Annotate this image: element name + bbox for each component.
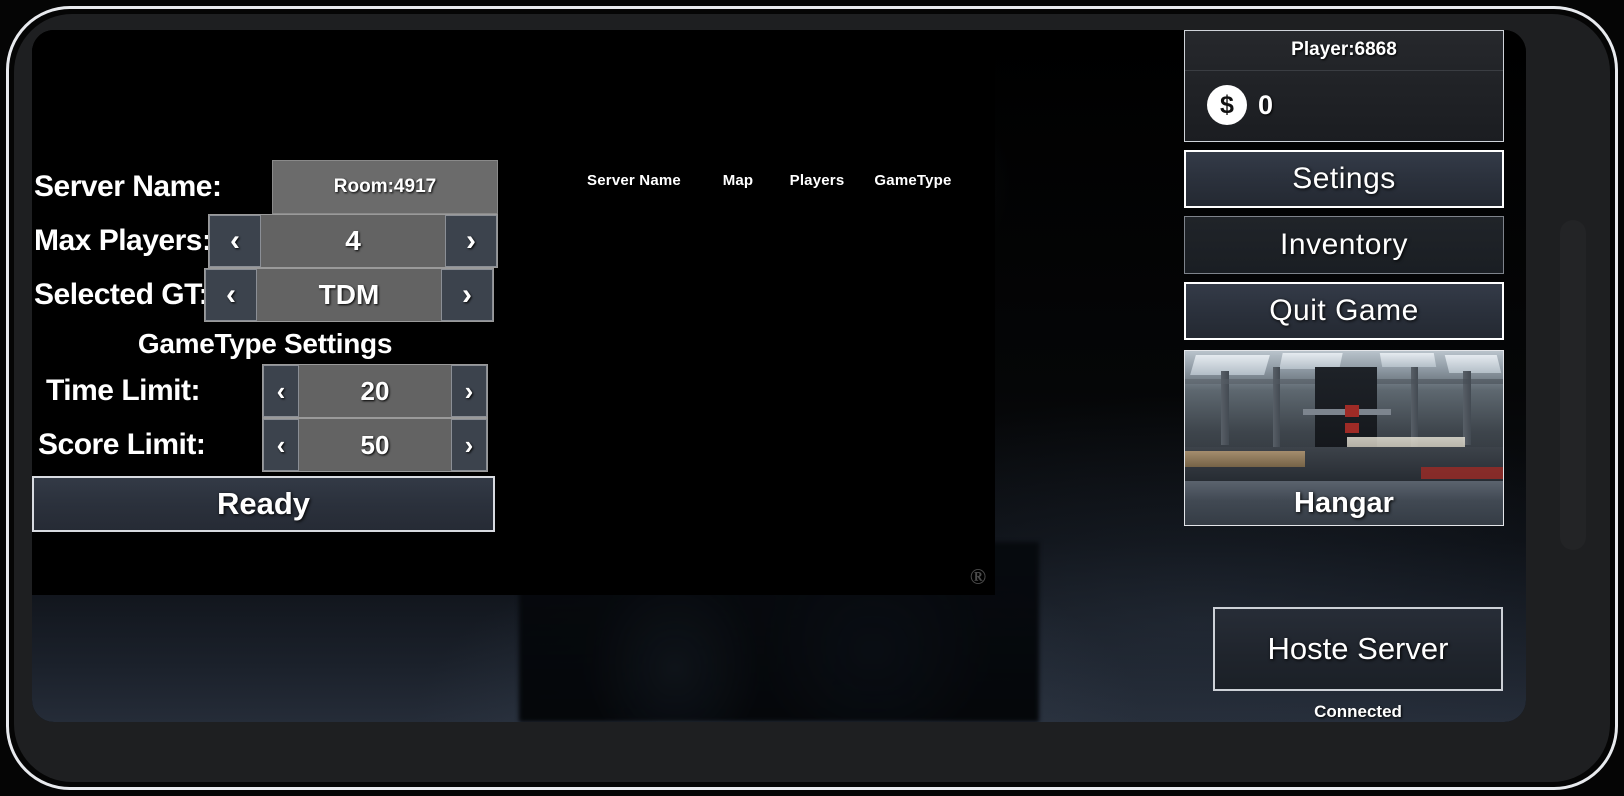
- sidebar-item-quit-game[interactable]: Quit Game: [1184, 282, 1504, 340]
- max-players-next-button[interactable]: ›: [445, 215, 497, 267]
- selected-gametype-stepper: ‹ TDM ›: [204, 268, 494, 322]
- score-limit-next-button[interactable]: ›: [451, 419, 487, 471]
- connection-status: Connected: [1314, 702, 1402, 721]
- column-header-server-name: Server Name: [587, 172, 681, 189]
- score-limit-stepper: ‹ 50 ›: [262, 418, 488, 472]
- time-limit-row: Time Limit: ‹ 20 ›: [32, 364, 498, 418]
- server-name-label: Server Name:: [34, 170, 222, 203]
- selected-gametype-next-button[interactable]: ›: [441, 269, 493, 321]
- map-name-label: Hangar: [1185, 481, 1503, 525]
- max-players-stepper: ‹ 4 ›: [208, 214, 498, 268]
- ready-button[interactable]: Ready: [32, 476, 495, 532]
- gametype-settings-title: GameType Settings: [32, 322, 498, 364]
- score-limit-value: 50: [299, 419, 451, 471]
- time-limit-next-button[interactable]: ›: [451, 365, 487, 417]
- coin-dollar-icon: $: [1207, 85, 1247, 125]
- sidebar-item-settings[interactable]: Setings: [1184, 150, 1504, 208]
- score-limit-label: Score Limit:: [38, 428, 206, 461]
- selected-gametype-value: TDM: [257, 269, 441, 321]
- server-list-header: Server Name Map Players GameType: [566, 172, 966, 189]
- map-preview-card[interactable]: Hangar: [1184, 350, 1504, 526]
- phone-side-button[interactable]: [1560, 220, 1586, 550]
- score-limit-prev-button[interactable]: ‹: [263, 419, 299, 471]
- player-name-label: Player:6868: [1185, 31, 1503, 71]
- max-players-value: 4: [261, 215, 445, 267]
- max-players-row: Max Players: ‹ 4 ›: [32, 214, 498, 268]
- server-name-field[interactable]: Room:4917: [272, 160, 498, 214]
- time-limit-stepper: ‹ 20 ›: [262, 364, 488, 418]
- game-screen: ® Server Name Map Players GameType Serve…: [32, 30, 1526, 722]
- selected-gametype-prev-button[interactable]: ‹: [205, 269, 257, 321]
- column-header-players: Players: [789, 172, 845, 189]
- server-name-row: Server Name: Room:4917: [32, 160, 498, 214]
- registered-trademark-icon: ®: [969, 564, 987, 589]
- sidebar: Player:6868 $ 0 Setings Inventory Quit G…: [1184, 30, 1504, 526]
- score-limit-row: Score Limit: ‹ 50 ›: [32, 418, 498, 472]
- map-thumbnail-image: [1185, 351, 1503, 481]
- settings-panel: Server Name: Room:4917 Max Players: ‹ 4 …: [32, 160, 498, 532]
- time-limit-value: 20: [299, 365, 451, 417]
- column-header-gametype: GameType: [874, 172, 952, 189]
- currency-amount: 0: [1258, 89, 1274, 120]
- time-limit-label: Time Limit:: [46, 374, 200, 407]
- currency-row: $ 0: [1185, 71, 1503, 141]
- device-frame: ® Server Name Map Players GameType Serve…: [0, 0, 1624, 796]
- time-limit-prev-button[interactable]: ‹: [263, 365, 299, 417]
- max-players-label: Max Players:: [34, 224, 212, 257]
- host-server-button[interactable]: Hoste Server: [1213, 607, 1503, 691]
- sidebar-item-inventory[interactable]: Inventory: [1184, 216, 1504, 274]
- selected-gametype-label: Selected GT:: [34, 278, 209, 311]
- player-card: Player:6868 $ 0: [1184, 30, 1504, 142]
- selected-gametype-row: Selected GT: ‹ TDM ›: [32, 268, 498, 322]
- max-players-prev-button[interactable]: ‹: [209, 215, 261, 267]
- column-header-map: Map: [722, 172, 754, 189]
